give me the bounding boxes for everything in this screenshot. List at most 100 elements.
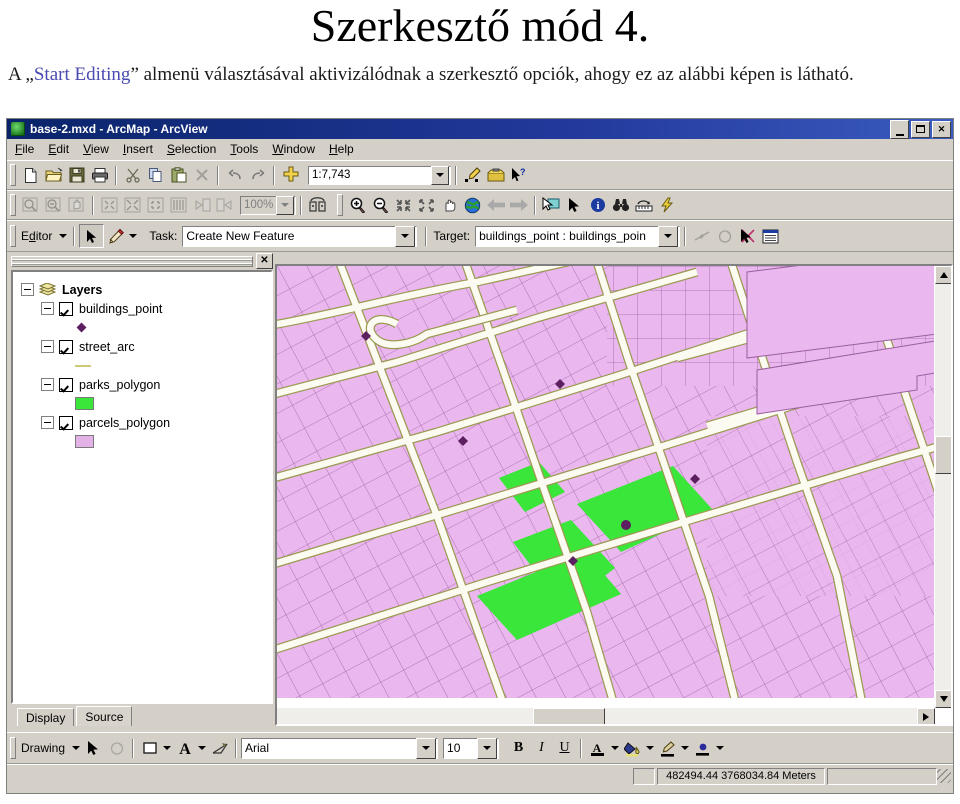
marker-color-icon[interactable] — [691, 737, 714, 759]
chevron-down-icon[interactable] — [714, 738, 726, 758]
map-view[interactable] — [275, 264, 953, 726]
menu-selection[interactable]: Selection — [167, 142, 216, 156]
layer-visibility-checkbox[interactable] — [59, 377, 73, 392]
map-vertical-scrollbar[interactable] — [934, 266, 951, 708]
paste-icon[interactable] — [167, 164, 190, 186]
menu-edit[interactable]: Edit — [48, 142, 69, 156]
toc-symbol-buildings-point[interactable] — [21, 318, 271, 337]
full-extent-globe-icon[interactable] — [461, 194, 484, 216]
target-combo[interactable]: buildings_point : buildings_poin — [475, 225, 681, 247]
menu-file[interactable]: File — [15, 142, 34, 156]
map-horizontal-scrollbar[interactable] — [277, 708, 935, 724]
toc-layer-street-arc[interactable]: street_arc — [21, 337, 271, 356]
chevron-down-icon[interactable] — [161, 738, 173, 758]
maximize-button[interactable] — [911, 120, 930, 138]
toolbar-grip[interactable] — [10, 164, 16, 186]
tab-source[interactable]: Source — [76, 706, 133, 726]
redo-icon[interactable] — [246, 164, 269, 186]
open-folder-icon[interactable] — [42, 164, 65, 186]
back-arrow-icon[interactable] — [484, 194, 507, 216]
collapse-toggle-icon[interactable] — [41, 378, 54, 391]
collapse-toggle-icon[interactable] — [41, 416, 54, 429]
forward-arrow-icon[interactable] — [507, 194, 530, 216]
whats-this-help-icon[interactable]: ? — [507, 164, 530, 186]
toc-layer-parcels-polygon[interactable]: parcels_polygon — [21, 413, 271, 432]
menu-view[interactable]: View — [83, 142, 109, 156]
add-data-icon[interactable] — [279, 164, 302, 186]
toolbar-grip[interactable] — [10, 225, 16, 247]
task-combo[interactable]: Create New Feature — [182, 225, 418, 247]
new-rectangle-icon[interactable] — [138, 737, 161, 759]
toolbox-icon[interactable] — [484, 164, 507, 186]
hyperlink-lightning-icon[interactable] — [655, 194, 678, 216]
editor-toolbar-icon[interactable] — [461, 164, 484, 186]
fill-color-icon[interactable] — [621, 737, 644, 759]
bold-button[interactable]: B — [507, 737, 530, 759]
toc-layer-buildings-point[interactable]: buildings_point — [21, 299, 271, 318]
edit-arrow-icon[interactable] — [79, 224, 105, 248]
pan-hand-icon[interactable] — [438, 194, 461, 216]
toggle-draft-mode-icon[interactable] — [306, 194, 329, 216]
tab-display[interactable]: Display — [17, 708, 75, 726]
map-canvas[interactable] — [277, 266, 953, 698]
toc-close-button[interactable]: ✕ — [256, 253, 273, 269]
toc-symbol-street-arc[interactable] — [21, 356, 271, 375]
collapse-toggle-icon[interactable] — [41, 340, 54, 353]
horizontal-scroll-thumb[interactable] — [533, 708, 605, 724]
collapse-toggle-icon[interactable] — [41, 302, 54, 315]
menu-help[interactable]: Help — [329, 142, 354, 156]
chevron-down-icon[interactable] — [644, 738, 656, 758]
chevron-down-icon[interactable] — [679, 738, 691, 758]
cut-scissors-icon[interactable] — [121, 164, 144, 186]
font-name-combo[interactable]: Arial — [241, 737, 439, 759]
toc-dock-grip[interactable]: ✕ — [11, 253, 273, 269]
save-disk-icon[interactable] — [65, 164, 88, 186]
print-icon[interactable] — [88, 164, 111, 186]
chevron-down-icon[interactable] — [609, 738, 621, 758]
menu-tools[interactable]: Tools — [230, 142, 258, 156]
chevron-down-icon[interactable] — [70, 738, 82, 758]
chevron-down-icon[interactable] — [431, 165, 449, 185]
toc-layer-parks-polygon[interactable]: parks_polygon — [21, 375, 271, 394]
select-features-icon[interactable] — [540, 194, 563, 216]
layer-visibility-checkbox[interactable] — [59, 301, 73, 316]
scroll-right-button[interactable] — [917, 708, 935, 724]
measure-icon[interactable] — [632, 194, 655, 216]
chevron-down-icon[interactable] — [395, 225, 416, 247]
toolbar-grip[interactable] — [10, 737, 16, 759]
layer-visibility-checkbox[interactable] — [59, 339, 73, 354]
sketch-properties-icon[interactable] — [736, 225, 759, 247]
toc-root-layers[interactable]: Layers — [21, 280, 271, 299]
drawing-menu-button[interactable]: Drawing — [19, 741, 70, 755]
resize-grip-icon[interactable] — [937, 769, 951, 783]
line-color-icon[interactable] — [656, 737, 679, 759]
chevron-down-icon[interactable] — [57, 226, 69, 246]
nudge-icon[interactable] — [208, 737, 231, 759]
font-color-icon[interactable]: A — [586, 737, 609, 759]
minimize-button[interactable] — [890, 119, 909, 139]
toc-symbol-parcels-polygon[interactable] — [21, 432, 271, 451]
chevron-down-icon[interactable] — [416, 737, 437, 759]
toc-symbol-parks-polygon[interactable] — [21, 394, 271, 413]
map-scale-combo[interactable]: 1:7,743 — [308, 165, 451, 185]
sketch-pencil-icon[interactable] — [104, 225, 127, 247]
layer-visibility-checkbox[interactable] — [59, 415, 73, 430]
chevron-down-icon[interactable] — [196, 738, 208, 758]
scroll-down-button[interactable] — [935, 690, 951, 708]
menu-window[interactable]: Window — [272, 142, 315, 156]
menu-insert[interactable]: Insert — [123, 142, 153, 156]
font-size-combo[interactable]: 10 — [443, 737, 500, 759]
chevron-down-icon[interactable] — [658, 225, 679, 247]
select-elements-arrow-icon[interactable] — [563, 194, 586, 216]
fixed-zoom-in-icon[interactable] — [392, 194, 415, 216]
underline-button[interactable]: U — [553, 737, 576, 759]
italic-button[interactable]: I — [530, 737, 553, 759]
identify-info-icon[interactable]: i — [586, 194, 609, 216]
new-text-icon[interactable]: A — [173, 737, 196, 759]
toolbar-grip[interactable] — [337, 194, 343, 216]
undo-icon[interactable] — [223, 164, 246, 186]
attributes-table-icon[interactable] — [759, 225, 782, 247]
toc-tree[interactable]: Layers buildings_point street_arc parks_… — [11, 270, 273, 704]
fixed-zoom-out-icon[interactable] — [415, 194, 438, 216]
new-document-icon[interactable] — [19, 164, 42, 186]
